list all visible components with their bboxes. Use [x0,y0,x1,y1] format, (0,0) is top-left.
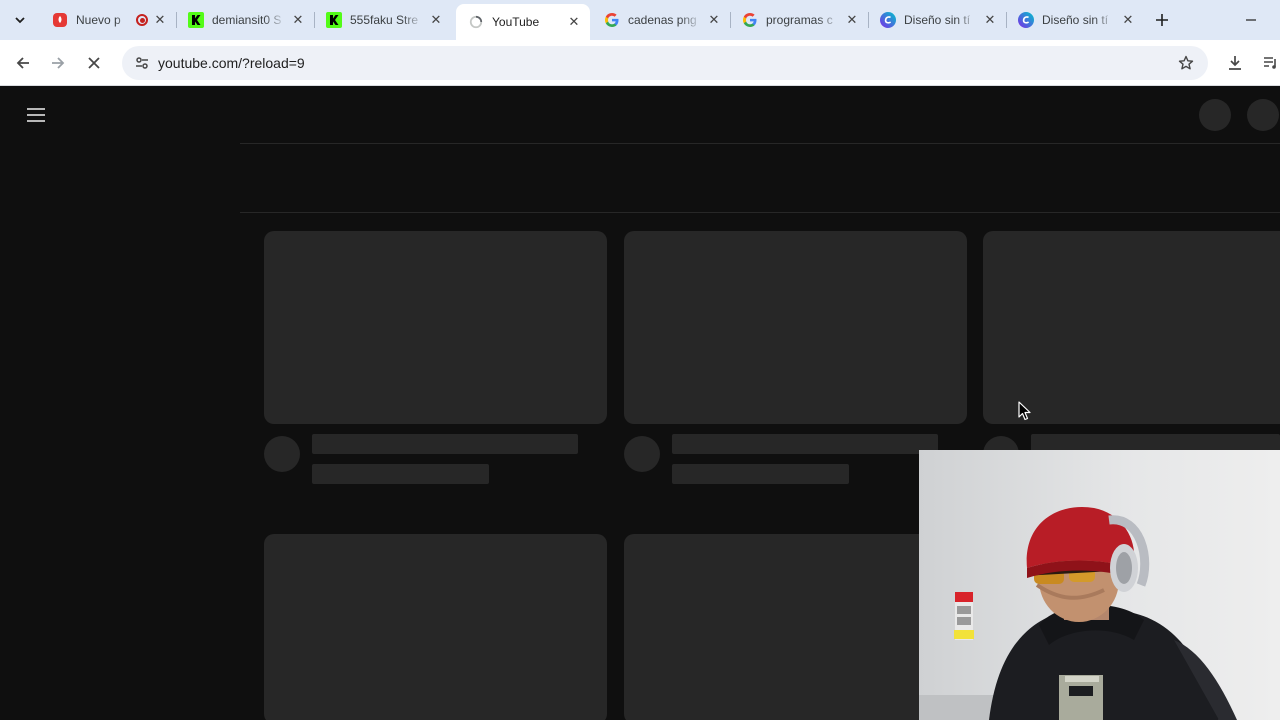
webcam-feed-image [919,450,1280,720]
bookmark-button[interactable] [1174,51,1198,75]
tab-title: YouTube [492,15,540,29]
tab-search-button[interactable] [8,8,32,32]
video-thumbnail-placeholder [624,231,967,424]
red-app-icon [52,12,68,28]
tab-programas[interactable]: programas c ✕ [730,4,869,36]
channel-avatar-placeholder [264,436,300,472]
chips-divider [240,212,1280,213]
google-icon [742,12,758,28]
webcam-overlay [919,450,1280,720]
video-thumbnail-placeholder [624,534,967,720]
downloads-button[interactable] [1221,49,1249,77]
browser-toolbar: youtube.com/?reload=9 [0,40,1280,86]
channel-avatar-placeholder [624,436,660,472]
url-text[interactable]: youtube.com/?reload=9 [158,55,305,71]
playlist-icon [1264,57,1276,69]
hamburger-menu-icon [27,108,45,122]
forward-button[interactable] [44,49,72,77]
minimize-icon [1246,19,1256,21]
arrow-right-icon [52,57,65,69]
canva-icon [1018,12,1034,28]
chevron-down-icon [15,17,25,24]
mouse-cursor-icon [1018,401,1031,421]
header-divider [240,143,1280,144]
tab-555faku[interactable]: 555faku Stre ✕ [314,4,452,36]
close-icon[interactable]: ✕ [566,14,582,30]
video-thumbnail-placeholder [264,534,607,720]
star-icon [1178,55,1194,70]
video-thumbnail-placeholder [264,231,607,424]
close-icon[interactable]: ✕ [982,12,998,28]
google-icon [604,12,620,28]
tab-youtube[interactable]: YouTube ✕ [456,4,590,40]
stop-loading-button[interactable] [80,49,108,77]
download-icon [1229,56,1241,70]
close-icon[interactable]: ✕ [706,12,722,28]
loading-icon [468,14,484,30]
canva-icon [880,12,896,28]
kick-icon [188,12,204,28]
meta-placeholder [312,464,489,484]
minimize-button[interactable] [1236,8,1266,32]
title-placeholder [672,434,938,454]
arrow-left-icon [16,57,29,69]
close-icon[interactable]: ✕ [1120,12,1136,28]
guide-menu-button[interactable] [22,101,50,129]
tab-title: Nuevo p [76,13,121,27]
tab-title: Diseño sin tí [904,13,971,27]
tab-strip: Nuevo p ✕ demiansit0 S ✕ 555faku Stre ✕ … [0,0,1280,40]
close-icon[interactable]: ✕ [428,12,444,28]
tab-title: programas c [766,13,833,27]
meta-placeholder [672,464,849,484]
close-icon[interactable]: ✕ [290,12,306,28]
close-icon[interactable]: ✕ [152,12,168,28]
reading-list-button[interactable] [1257,49,1280,77]
tab-demiansit0[interactable]: demiansit0 S ✕ [176,4,315,36]
header-button-placeholder [1199,99,1231,131]
video-thumbnail-placeholder [983,231,1280,424]
tab-title: 555faku Stre [350,13,419,27]
back-button[interactable] [9,49,37,77]
tab-cadenas[interactable]: cadenas png ✕ [592,4,731,36]
recording-icon [136,14,148,26]
site-info-button[interactable] [130,51,154,75]
tab-diseno-2[interactable]: Diseño sin tí ✕ [1006,4,1144,36]
tab-title: Diseño sin tí [1042,13,1109,27]
title-placeholder [312,434,578,454]
address-bar[interactable]: youtube.com/?reload=9 [122,46,1208,80]
tab-nuevo[interactable]: Nuevo p ✕ [40,4,177,36]
new-tab-button[interactable] [1150,8,1174,32]
tab-title: demiansit0 S [212,13,282,27]
close-icon[interactable]: ✕ [844,12,860,28]
tab-diseno-1[interactable]: Diseño sin tí ✕ [868,4,1007,36]
kick-icon [326,12,342,28]
close-icon [88,57,100,69]
tab-title: cadenas png [628,13,697,27]
plus-icon [1156,14,1168,26]
avatar-placeholder [1247,99,1279,131]
tune-icon [136,57,148,69]
